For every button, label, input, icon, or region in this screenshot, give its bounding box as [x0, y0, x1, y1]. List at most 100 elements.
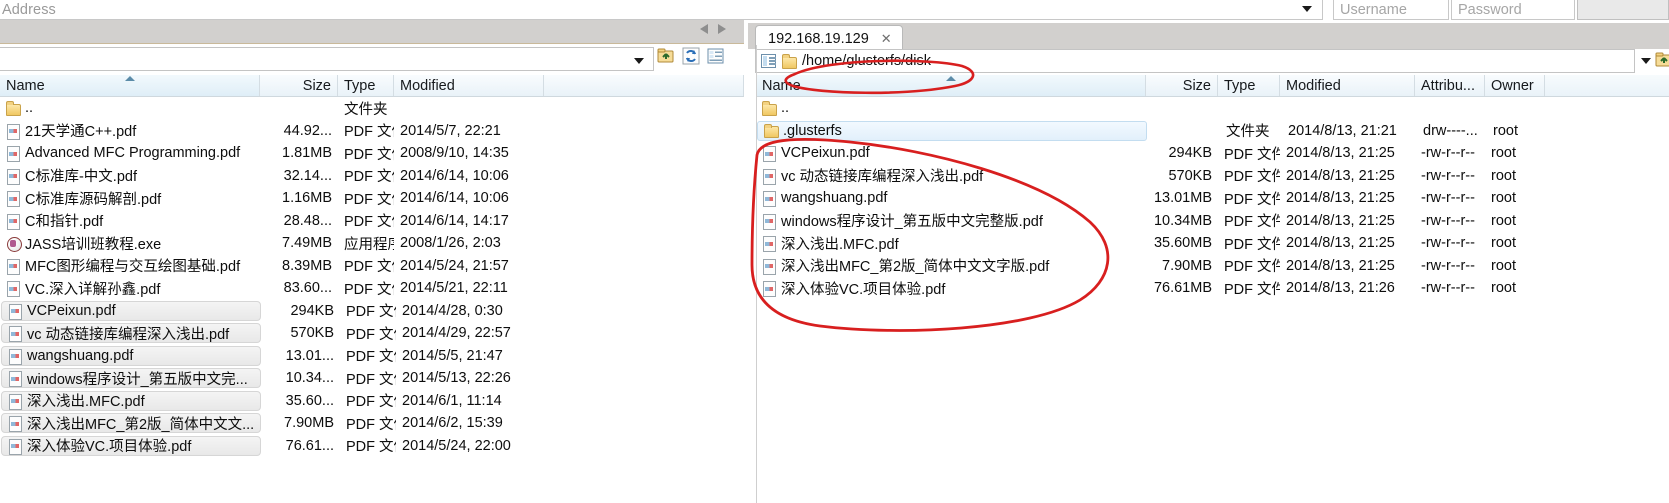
file-row-filler — [546, 412, 744, 435]
table-row[interactable]: .glusterfs 文件夹 2014/8/13, 21:21 drw----... r… — [756, 120, 1669, 143]
file-type-cell: PDF 文件 — [340, 412, 396, 435]
table-row[interactable]: C和指针.pdf 28.48... PDF 文件 2014/6/14, 14:17 — [0, 210, 744, 233]
file-name-cell[interactable]: C和指针.pdf — [0, 210, 260, 233]
column-header-modified[interactable]: Modified — [394, 75, 544, 96]
file-name-cell[interactable]: 深入体验VC.项目体验.pdf — [756, 277, 1146, 300]
table-row[interactable]: C标准库-中文.pdf 32.14... PDF 文件 2014/6/14, 10:0… — [0, 165, 744, 188]
table-row[interactable]: .. 文件夹 — [0, 97, 744, 120]
column-header-name[interactable]: Name — [756, 75, 1146, 96]
connect-button[interactable] — [1577, 0, 1669, 20]
password-input[interactable]: Password — [1451, 0, 1575, 20]
tree-view-icon[interactable] — [761, 54, 776, 68]
refresh-icon[interactable] — [681, 46, 701, 66]
table-row[interactable]: 深入浅出MFC_第2版_简体中文文字版.pdf 7.90MB PDF 文件 2014/… — [756, 255, 1669, 278]
column-header-size[interactable]: Size — [260, 75, 338, 96]
file-name-cell[interactable]: Advanced MFC Programming.pdf — [0, 142, 260, 165]
chevron-down-icon[interactable] — [1641, 58, 1651, 64]
file-name-cell[interactable]: windows程序设计_第五版中文完... — [1, 368, 261, 388]
file-name-cell[interactable]: MFC图形编程与交互绘图基础.pdf — [0, 255, 260, 278]
table-row[interactable]: 深入浅出.MFC.pdf 35.60MB PDF 文件 2014/8/13, 21:2… — [756, 232, 1669, 255]
file-name-cell[interactable]: VCPeixun.pdf — [1, 300, 261, 321]
remote-path-input[interactable]: /home/glusterfs/disk — [755, 49, 1635, 73]
table-row[interactable]: VCPeixun.pdf 294KB PDF 文件 2014/4/28, 0:30 — [0, 300, 744, 323]
up-one-level-icon[interactable] — [656, 46, 676, 66]
file-name-cell[interactable]: 深入浅出MFC_第2版_简体中文文... — [1, 413, 261, 433]
nav-back-icon[interactable] — [700, 24, 708, 34]
table-row[interactable]: windows程序设计_第五版中文完... 10.34... PDF 文件 2014/… — [0, 367, 744, 390]
up-one-level-icon[interactable] — [1654, 50, 1669, 70]
table-row[interactable]: wangshuang.pdf 13.01... PDF 文件 2014/5/5, 21… — [0, 345, 744, 368]
file-name-cell[interactable]: .. — [0, 97, 260, 120]
column-header-attributes[interactable]: Attribu... — [1415, 75, 1485, 96]
file-name-label: VCPeixun.pdf — [781, 145, 870, 162]
tab-192-168-19-129[interactable]: 192.168.19.129 ✕ — [755, 25, 903, 51]
column-header-owner-label: Owner — [1491, 77, 1534, 94]
file-name-cell[interactable]: wangshuang.pdf — [1, 345, 261, 366]
file-name-label: 深入浅出.MFC.pdf — [781, 236, 899, 253]
file-name-cell[interactable]: 21天学通C++.pdf — [0, 120, 260, 143]
file-name-cell[interactable]: vc 动态链接库编程深入浅出.pdf — [756, 165, 1146, 188]
close-icon[interactable]: ✕ — [881, 31, 892, 47]
pdf-icon — [6, 213, 20, 230]
table-row[interactable]: VC.深入详解孙鑫.pdf 83.60... PDF 文件 2014/5/21, 22… — [0, 277, 744, 300]
table-row[interactable]: wangshuang.pdf 13.01MB PDF 文件 2014/8/13, 21… — [756, 187, 1669, 210]
table-row[interactable]: vc 动态链接库编程深入浅出.pdf 570KB PDF 文件 2014/4/29, … — [0, 322, 744, 345]
column-header-size[interactable]: Size — [1146, 75, 1218, 96]
file-name-label: VC.深入详解孙鑫.pdf — [25, 281, 161, 298]
file-name-cell[interactable]: VCPeixun.pdf — [756, 142, 1146, 165]
file-name-cell[interactable]: 深入浅出.MFC.pdf — [1, 390, 261, 411]
file-name-cell[interactable]: C标准库源码解剖.pdf — [0, 187, 260, 210]
table-row[interactable]: Advanced MFC Programming.pdf 1.81MB PDF 文件… — [0, 142, 744, 165]
file-name-cell[interactable]: vc 动态链接库编程深入浅出.pdf — [1, 323, 261, 343]
file-type-cell: PDF 文件 — [338, 187, 394, 210]
file-name-cell[interactable]: C标准库-中文.pdf — [0, 165, 260, 188]
table-row[interactable]: 21天学通C++.pdf 44.92... PDF 文件 2014/5/7, 22:2… — [0, 120, 744, 143]
file-modified-cell: 2014/6/1, 11:14 — [396, 390, 546, 413]
pdf-icon — [6, 281, 20, 298]
file-modified-label: 2014/5/5, 21:47 — [402, 347, 503, 364]
table-row[interactable]: vc 动态链接库编程深入浅出.pdf 570KB PDF 文件 2014/8/13, … — [756, 165, 1669, 188]
table-row[interactable]: 深入浅出MFC_第2版_简体中文文... 7.90MB PDF 文件 2014/6/2… — [0, 412, 744, 435]
local-path-combobox[interactable] — [0, 47, 654, 71]
username-input[interactable]: Username — [1333, 0, 1449, 20]
file-type-label: PDF 文件 — [346, 416, 396, 433]
table-row[interactable]: windows程序设计_第五版中文完整版.pdf 10.34MB PDF 文件 201… — [756, 210, 1669, 233]
table-row[interactable]: 深入体验VC.项目体验.pdf 76.61MB PDF 文件 2014/8/13, 2… — [756, 277, 1669, 300]
table-row[interactable]: 深入浅出.MFC.pdf 35.60... PDF 文件 2014/6/1, 11:1… — [0, 390, 744, 413]
file-name-cell[interactable]: 深入浅出.MFC.pdf — [756, 232, 1146, 255]
file-transfer-window: Address Username Password Name Size Type… — [0, 0, 1669, 503]
column-header-name[interactable]: Name — [0, 75, 260, 96]
view-mode-icon[interactable] — [706, 46, 726, 66]
file-size-cell: 76.61... — [262, 435, 340, 458]
file-name-cell[interactable]: 深入体验VC.项目体验.pdf — [1, 435, 261, 456]
remote-panel-left-border — [756, 45, 757, 503]
column-header-type[interactable]: Type — [338, 75, 394, 96]
file-type-label: PDF 文件 — [346, 304, 396, 321]
file-owner-cell: root — [1485, 277, 1545, 300]
file-name-cell[interactable]: .. — [756, 97, 1146, 120]
chevron-down-icon[interactable] — [634, 58, 644, 64]
table-row[interactable]: C标准库源码解剖.pdf 1.16MB PDF 文件 2014/6/14, 10:06 — [0, 187, 744, 210]
chevron-down-icon[interactable] — [1302, 6, 1312, 12]
file-size-label: 570KB — [290, 325, 334, 342]
column-header-type[interactable]: Type — [1218, 75, 1280, 96]
file-name-cell[interactable]: JASS培训班教程.exe — [0, 232, 260, 255]
table-row[interactable]: VCPeixun.pdf 294KB PDF 文件 2014/8/13, 21:25 -… — [756, 142, 1669, 165]
table-row[interactable]: .. — [756, 97, 1669, 120]
local-file-list[interactable]: .. 文件夹 21天学通C++.pdf 44.92... PDF 文件 2014/5/7,… — [0, 97, 744, 457]
file-name-cell[interactable]: wangshuang.pdf — [756, 187, 1146, 210]
file-name-cell[interactable]: windows程序设计_第五版中文完整版.pdf — [756, 210, 1146, 233]
table-row[interactable]: MFC图形编程与交互绘图基础.pdf 8.39MB PDF 文件 2014/5/24,… — [0, 255, 744, 278]
remote-file-list[interactable]: .. .glusterfs 文件夹 2014/8/13, 21:21 drw----..… — [756, 97, 1669, 300]
address-input[interactable]: Address — [0, 0, 1323, 20]
file-name-cell[interactable]: VC.深入详解孙鑫.pdf — [0, 277, 260, 300]
column-header-owner[interactable]: Owner — [1485, 75, 1545, 96]
table-row[interactable]: 深入体验VC.项目体验.pdf 76.61... PDF 文件 2014/5/24, … — [0, 435, 744, 458]
file-attributes-label: -rw-r--r-- — [1421, 167, 1475, 184]
file-name-cell[interactable]: .glusterfs — [757, 120, 1147, 141]
table-row[interactable]: JASS培训班教程.exe 7.49MB 应用程序 2008/1/26, 2:03 — [0, 232, 744, 255]
file-name-cell[interactable]: 深入浅出MFC_第2版_简体中文文字版.pdf — [756, 255, 1146, 278]
file-name-label: 深入浅出MFC_第2版_简体中文文... — [27, 416, 255, 433]
nav-forward-icon[interactable] — [718, 24, 726, 34]
column-header-modified[interactable]: Modified — [1280, 75, 1415, 96]
